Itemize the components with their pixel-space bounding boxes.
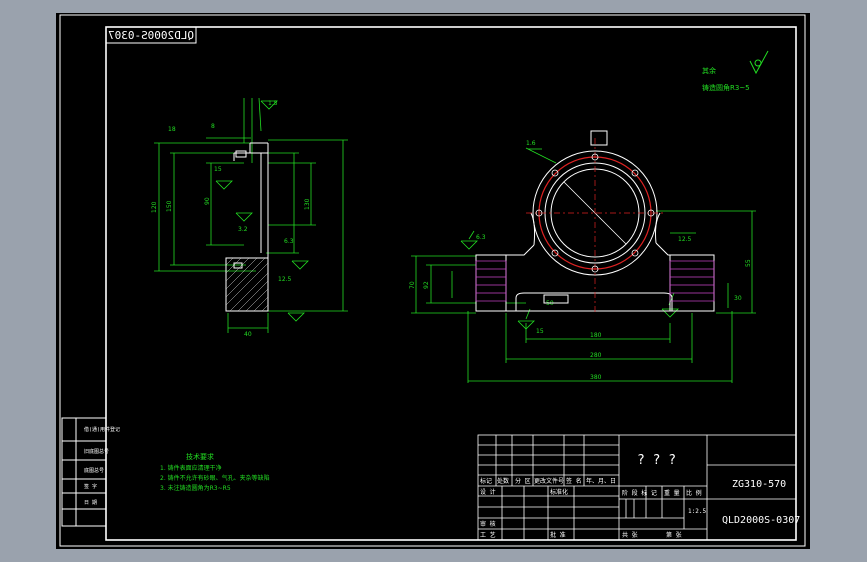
- cad-drawing-canvas: QLD2000S-0307 借(通)用件登记 旧底图总号 底图总号 签 字 日 …: [59, 14, 806, 547]
- side-row-3: 底图总号: [84, 467, 104, 474]
- mdim-1: 1.6: [526, 140, 536, 147]
- ldim-5: 120: [151, 201, 158, 213]
- mdim-6: 30: [734, 295, 742, 302]
- ldim-12: 40: [244, 331, 252, 338]
- check-label: 审 核: [480, 520, 496, 528]
- roughness-symbol-icon: [749, 50, 769, 75]
- side-row-4: 签 字: [84, 483, 97, 490]
- top-note-1: 其余: [702, 66, 716, 75]
- approve-label: 批 准: [550, 531, 566, 539]
- technical-requirements: 技术要求 1. 铸件表面应清理干净 2. 铸件不允许有砂眼、气孔、夹杂等缺陷 3…: [160, 452, 270, 492]
- rev-col-1: 标记: [480, 477, 492, 485]
- tech-title: 技术要求: [186, 452, 214, 461]
- rev-col-5: 签 名: [566, 477, 582, 485]
- rev-col-2: 处数: [497, 477, 509, 485]
- drawing-title: ? ? ?: [637, 453, 676, 468]
- mdim-2: 6.3: [476, 234, 486, 241]
- sheet-index: 第 张: [666, 531, 682, 539]
- scale-value: 1:2.5: [688, 508, 706, 515]
- rev-col-6: 年、月、日: [586, 477, 616, 485]
- hatched-section: [225, 257, 269, 312]
- ldim-11: 12.5: [278, 276, 292, 283]
- process-label: 工 艺: [480, 531, 496, 539]
- ldim-2: 18: [168, 126, 176, 133]
- side-table: 借(通)用件登记 旧底图总号 底图总号 签 字 日 期: [61, 417, 120, 527]
- ldim-7: 90: [204, 197, 211, 205]
- mdim-12: 55: [745, 259, 752, 267]
- drawing-viewport[interactable]: QLD2000S-0307 借(通)用件登记 旧底图总号 底图总号 签 字 日 …: [56, 13, 810, 549]
- mdim-10: 70: [409, 281, 416, 289]
- main-front-view: 1.6 6.3 15 12.5 50 30 180 280 380 70 92 …: [409, 130, 756, 383]
- material-name: ZG310-570: [732, 479, 786, 490]
- design-label: 设 计: [480, 488, 496, 496]
- ldim-4: 15: [214, 166, 222, 173]
- ldim-6: 150: [166, 200, 173, 212]
- mdim-8: 280: [590, 352, 602, 359]
- side-row-2: 旧底图总号: [84, 448, 109, 455]
- mirrored-code: QLD2000S-0307: [108, 29, 194, 42]
- mdim-9: 380: [590, 374, 602, 381]
- mirrored-code-box: QLD2000S-0307: [105, 26, 197, 44]
- rev-col-4: 更改文件号: [534, 477, 564, 485]
- mdim-11: 92: [423, 281, 430, 289]
- mdim-3: 15: [536, 328, 544, 335]
- ldim-3: 8: [211, 123, 215, 130]
- side-row-5: 日 期: [84, 500, 97, 506]
- inner-frame: [105, 26, 797, 541]
- stage-label: 阶 段 标 记: [622, 489, 657, 497]
- drawing-number: QLD2000S-0307: [722, 515, 800, 526]
- rev-col-3: 分 区: [515, 477, 531, 485]
- ldim-8: 130: [304, 198, 311, 210]
- side-row-1: 借(通)用件登记: [84, 426, 120, 433]
- left-section-view: 1.5 18 8 15 120 150 90 130 6.3 3.2 12.5 …: [151, 97, 348, 338]
- tech-item-1: 1. 铸件表面应清理干净: [160, 464, 222, 472]
- standardize-label: 标准化: [550, 488, 568, 496]
- top-note-2: 铸造圆角R3~5: [702, 83, 750, 92]
- mdim-7: 180: [590, 332, 602, 339]
- tech-item-3: 3. 未注铸造圆角为R3~R5: [160, 484, 231, 492]
- ldim-9: 6.3: [284, 238, 294, 245]
- weight-label: 重 量: [664, 489, 680, 497]
- mdim-4: 12.5: [678, 236, 692, 243]
- scale-label: 比 例: [686, 489, 702, 497]
- ldim-10: 3.2: [238, 226, 248, 233]
- sheet-total: 共 张: [622, 531, 638, 539]
- tech-item-2: 2. 铸件不允许有砂眼、气孔、夹杂等缺陷: [160, 474, 270, 482]
- ldim-1: 1.5: [268, 100, 278, 107]
